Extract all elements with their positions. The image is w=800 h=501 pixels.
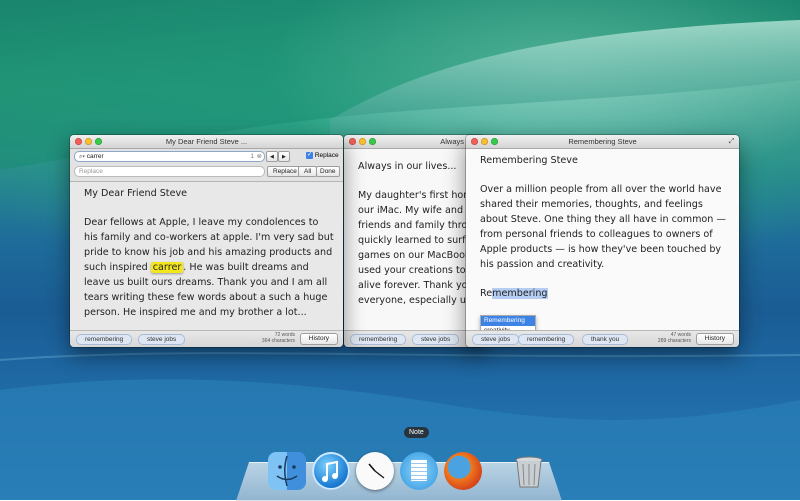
tag-bar: remembering steve jobs 72 words 364 char… bbox=[70, 330, 343, 347]
dock-tooltip: Note bbox=[404, 427, 429, 438]
chevron-right-icon: ▶ bbox=[282, 154, 286, 160]
chevron-left-icon: ◀ bbox=[270, 154, 274, 160]
search-highlight: carrer bbox=[150, 262, 184, 273]
note-window-dear-friend[interactable]: My Dear Friend Steve ... ⌕▾ carrer 1 ⊗ ◀… bbox=[70, 135, 343, 347]
word-count-characters: 289 characters bbox=[657, 337, 691, 344]
word-count: 72 words 364 characters bbox=[261, 332, 295, 344]
close-button[interactable] bbox=[471, 138, 478, 145]
minimize-button[interactable] bbox=[359, 138, 366, 145]
trash-icon[interactable] bbox=[510, 452, 548, 490]
trash-can-glyph bbox=[515, 456, 543, 488]
replace-placeholder: Replace bbox=[79, 168, 103, 175]
replace-all-button[interactable]: All bbox=[298, 166, 318, 177]
finder-face bbox=[276, 455, 298, 487]
replace-checkbox-label: Replace bbox=[314, 152, 339, 159]
finder-icon[interactable] bbox=[268, 452, 306, 490]
zoom-button[interactable] bbox=[95, 138, 102, 145]
clock-hands bbox=[368, 463, 385, 479]
replace-checkbox[interactable]: ✓ Replace bbox=[306, 151, 339, 161]
tag-bar: steve jobs remembering thank you 47 word… bbox=[466, 330, 739, 347]
clear-icon[interactable]: ⊗ bbox=[257, 152, 262, 161]
titlebar[interactable]: Remembering Steve ⤢ bbox=[466, 135, 739, 149]
doc-body: Over a million people from all over the … bbox=[480, 184, 727, 270]
fullscreen-icon[interactable]: ⤢ bbox=[728, 138, 735, 145]
tag-bar: remembering steve jobs bbox=[344, 330, 484, 347]
window-title: Always bbox=[440, 137, 464, 146]
match-count: 1 bbox=[250, 153, 254, 160]
itunes-icon[interactable] bbox=[312, 452, 350, 490]
close-button[interactable] bbox=[75, 138, 82, 145]
firefox-icon[interactable] bbox=[444, 452, 482, 490]
done-button[interactable]: Done bbox=[316, 166, 340, 177]
previous-match-button[interactable]: ◀ bbox=[266, 151, 278, 162]
history-button[interactable]: History bbox=[695, 333, 734, 345]
completion-suggestion: membering bbox=[492, 288, 548, 299]
zoom-button[interactable] bbox=[369, 138, 376, 145]
tag-steve-jobs[interactable]: steve jobs bbox=[472, 334, 520, 345]
tag-steve-jobs[interactable]: steve jobs bbox=[412, 334, 460, 345]
word-count: 47 words 289 characters bbox=[657, 332, 691, 344]
music-note-glyph bbox=[322, 460, 338, 482]
doc-body: Dear fellows at Apple, I leave my condol… bbox=[84, 215, 334, 320]
word-count-characters: 364 characters bbox=[261, 337, 295, 344]
doc-title: Remembering Steve bbox=[480, 155, 578, 166]
tag-remembering[interactable]: remembering bbox=[350, 334, 407, 345]
note-icon[interactable] bbox=[400, 452, 438, 490]
document-area[interactable]: My Dear Friend Steve Dear fellows at App… bbox=[70, 182, 343, 330]
find-input[interactable]: ⌕▾ carrer 1 ⊗ bbox=[74, 151, 265, 162]
autocomplete-item[interactable]: Remembering bbox=[481, 316, 535, 326]
note-window-remembering-steve[interactable]: Remembering Steve ⤢ Remembering Steve Ov… bbox=[466, 135, 739, 347]
document-area[interactable]: Always in our lives... My daughter's fir… bbox=[344, 149, 484, 330]
titlebar[interactable]: My Dear Friend Steve ... bbox=[70, 135, 343, 149]
typing-line[interactable]: Remembering bbox=[480, 286, 730, 301]
tag-steve-jobs[interactable]: steve jobs bbox=[138, 334, 186, 345]
minimize-button[interactable] bbox=[481, 138, 488, 145]
tag-remembering[interactable]: remembering bbox=[76, 334, 133, 345]
search-icon: ⌕▾ bbox=[79, 154, 85, 160]
zoom-button[interactable] bbox=[491, 138, 498, 145]
history-button[interactable]: History bbox=[299, 333, 338, 345]
find-replace-bar: ⌕▾ carrer 1 ⊗ ◀ ▶ ✓ Replace Replace Repl… bbox=[70, 149, 343, 182]
doc-title: My Dear Friend Steve bbox=[84, 188, 188, 199]
close-button[interactable] bbox=[349, 138, 356, 145]
clock-icon[interactable] bbox=[356, 452, 394, 490]
checkbox-checked-icon: ✓ bbox=[306, 151, 313, 159]
typed-text: Re bbox=[480, 288, 493, 299]
note-window-always[interactable]: Always Always in our lives... My daughte… bbox=[344, 135, 484, 347]
window-title: My Dear Friend Steve ... bbox=[165, 137, 248, 146]
tag-thank-you[interactable]: thank you bbox=[582, 334, 629, 345]
next-match-button[interactable]: ▶ bbox=[278, 151, 290, 162]
minimize-button[interactable] bbox=[85, 138, 92, 145]
document-area[interactable]: Remembering Steve Over a million people … bbox=[466, 149, 739, 337]
tag-remembering[interactable]: remembering bbox=[518, 334, 575, 345]
titlebar[interactable]: Always bbox=[344, 135, 484, 149]
note-page-glyph bbox=[411, 460, 427, 481]
find-query: carrer bbox=[86, 153, 104, 160]
replace-input[interactable]: Replace bbox=[74, 166, 265, 177]
dock bbox=[236, 452, 562, 501]
window-title: Remembering Steve bbox=[568, 137, 637, 146]
